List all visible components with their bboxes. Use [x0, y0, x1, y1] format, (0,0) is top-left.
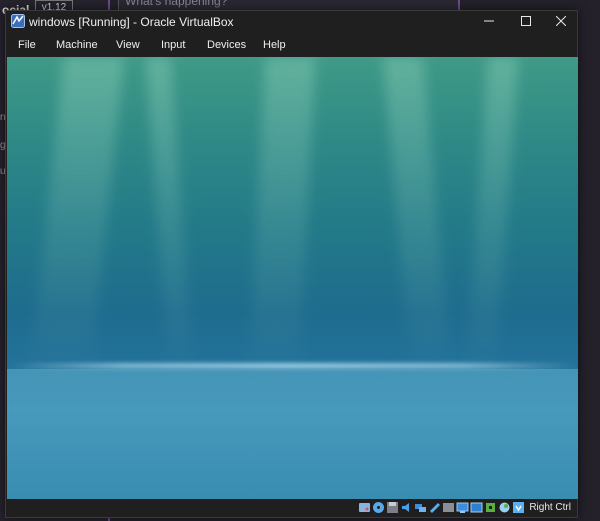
virtualbox-app-icon: [11, 14, 25, 28]
floppy-icon[interactable]: [386, 501, 399, 514]
audio-icon[interactable]: [400, 501, 413, 514]
usb-icon[interactable]: [428, 501, 441, 514]
mouse-integration-icon[interactable]: [498, 501, 511, 514]
menu-help[interactable]: Help: [263, 39, 286, 51]
wallpaper-light-ray: [383, 57, 451, 377]
wallpaper-light-ray: [30, 57, 124, 377]
menu-view[interactable]: View: [116, 39, 140, 51]
background-post-placeholder: What's happening?: [125, 0, 228, 8]
hard-disk-icon[interactable]: [358, 501, 371, 514]
cpu-icon[interactable]: [484, 501, 497, 514]
video-capture-icon[interactable]: [470, 501, 483, 514]
virtualbox-window: windows [Running] - Oracle VirtualBox Fi…: [5, 10, 578, 518]
network-icon[interactable]: [414, 501, 427, 514]
keyboard-icon[interactable]: [512, 501, 525, 514]
menu-machine[interactable]: Machine: [56, 39, 98, 51]
minimize-button[interactable]: [472, 11, 506, 31]
device-status-icons: [358, 501, 525, 514]
wallpaper-floor: [7, 369, 578, 499]
menu-bar: File Machine View Input Devices Help: [6, 35, 577, 55]
close-button[interactable]: [544, 11, 578, 31]
close-icon: [556, 16, 566, 26]
display-icon[interactable]: [456, 501, 469, 514]
status-bar: Right Ctrl: [6, 499, 577, 517]
wallpaper-light-ray: [465, 57, 519, 377]
wallpaper-light-ray: [145, 57, 194, 377]
maximize-icon: [521, 16, 531, 26]
menu-devices[interactable]: Devices: [207, 39, 246, 51]
shared-folders-icon[interactable]: [442, 501, 455, 514]
optical-drive-icon[interactable]: [372, 501, 385, 514]
title-bar[interactable]: windows [Running] - Oracle VirtualBox: [6, 11, 577, 33]
menu-file[interactable]: File: [18, 39, 36, 51]
guest-display[interactable]: [7, 57, 578, 499]
minimize-icon: [484, 20, 494, 22]
host-key-label[interactable]: Right Ctrl: [529, 502, 571, 513]
maximize-button[interactable]: [509, 11, 543, 31]
wallpaper-light-ray: [248, 57, 316, 377]
window-title: windows [Running] - Oracle VirtualBox: [29, 15, 234, 29]
menu-input[interactable]: Input: [161, 39, 185, 51]
